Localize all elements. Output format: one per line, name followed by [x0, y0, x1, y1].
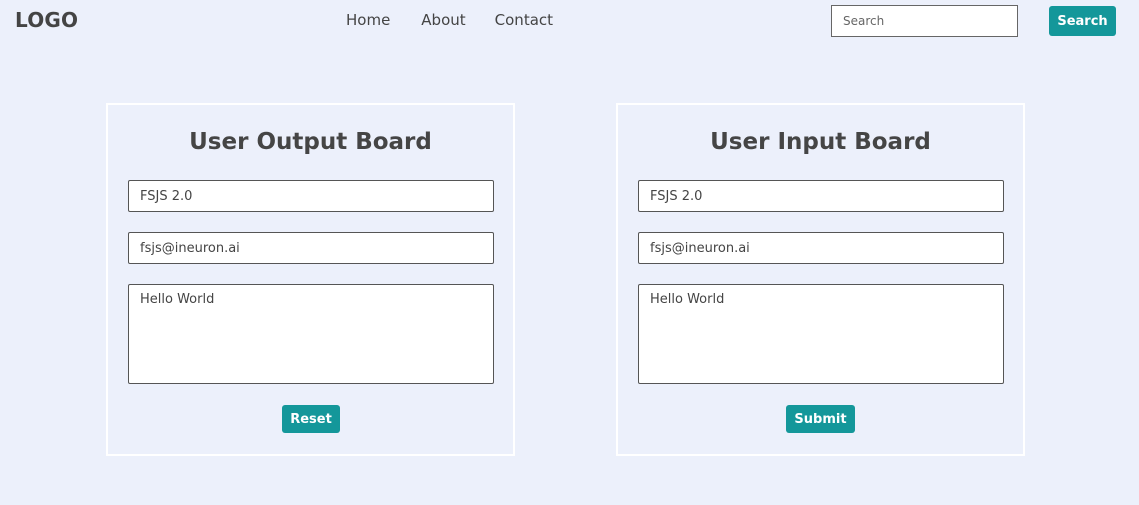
output-board-title: User Output Board: [189, 129, 432, 155]
input-email-field[interactable]: fsjs@ineuron.ai: [638, 232, 1004, 264]
submit-button[interactable]: Submit: [786, 405, 855, 433]
search-button[interactable]: Search: [1049, 6, 1116, 36]
user-input-board: User Input Board FSJS 2.0 fsjs@ineuron.a…: [616, 103, 1025, 456]
input-board-title: User Input Board: [710, 129, 931, 155]
output-email-field[interactable]: fsjs@ineuron.ai: [128, 232, 494, 264]
nav-link-contact[interactable]: Contact: [495, 11, 553, 29]
reset-button[interactable]: Reset: [282, 405, 340, 433]
input-name-field[interactable]: FSJS 2.0: [638, 180, 1004, 212]
nav-links: Home About Contact: [346, 11, 583, 29]
output-message-field[interactable]: Hello World: [128, 284, 494, 384]
nav-link-home[interactable]: Home: [346, 11, 390, 29]
navbar: LOGO Home About Contact Search: [0, 0, 1139, 48]
output-name-field[interactable]: FSJS 2.0: [128, 180, 494, 212]
search-input[interactable]: [831, 5, 1018, 37]
logo[interactable]: LOGO: [15, 8, 78, 32]
user-output-board: User Output Board FSJS 2.0 fsjs@ineuron.…: [106, 103, 515, 456]
input-message-field[interactable]: Hello World: [638, 284, 1004, 384]
nav-link-about[interactable]: About: [421, 11, 465, 29]
